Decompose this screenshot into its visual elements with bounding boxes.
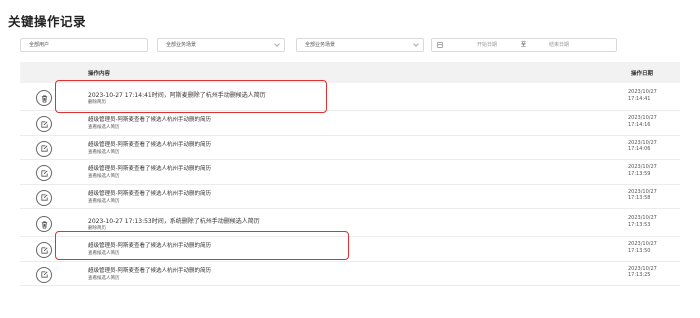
row-datetime: 2023/10/27 17:14:16 <box>628 115 657 128</box>
row-subtitle: 删除简历 <box>88 100 106 105</box>
row-subtitle: 查看候选人简历 <box>88 198 120 204</box>
header-content: 操作内容 <box>88 71 111 77</box>
date-separator: 至 <box>521 42 527 48</box>
scene-select-1-value: 全部业务场景 <box>166 42 197 48</box>
row-date: 2023/10/27 <box>628 241 657 247</box>
user-filter-input[interactable]: 全部用户 <box>20 38 148 52</box>
row-time: 17:14:41 <box>628 95 651 102</box>
row-datetime: 2023/10/27 17:13:53 <box>628 215 657 228</box>
row-date: 2023/10/27 <box>628 139 657 146</box>
edit-icon <box>36 242 52 258</box>
row-date: 2023/10/27 <box>628 215 657 221</box>
table-header: 操作内容 操作日期 <box>20 62 680 83</box>
table-row: 超级管理员-阿斯麦查看了候选人杭州手动删的简历 查看候选人简历 2023/10/27… <box>20 185 680 209</box>
table-row: 2023-10-27 17:13:53时间，系统删除了杭州手动删候选人简历 删除简… <box>20 209 680 237</box>
operation-log-table: 操作内容 操作日期 2023-10-27 17:14:41时间，阿斯麦删除了杭州… <box>20 62 680 286</box>
edit-icon <box>36 140 52 157</box>
row-title: 超级管理员-阿斯麦查看了候选人杭州手动删的简历 <box>88 243 211 249</box>
row-subtitle: 查看候选人简历 <box>88 275 120 281</box>
row-datetime: 2023/10/27 17:14:06 <box>628 140 657 153</box>
table-row: 超级管理员-阿斯麦查看了候选人杭州手动删的简历 查看候选人简历 2023/10/27… <box>20 111 680 136</box>
row-time: 17:13:59 <box>628 170 651 177</box>
trash-icon <box>36 90 52 106</box>
row-title: 超级管理员-阿斯麦查看了候选人杭州手动删的简历 <box>88 190 211 197</box>
row-subtitle: 查看候选人简历 <box>88 251 120 256</box>
calendar-icon <box>437 42 443 48</box>
row-subtitle: 查看候选人简历 <box>88 174 120 179</box>
scene-select-2[interactable]: 全部业务场景 <box>296 38 424 52</box>
edit-icon <box>36 116 52 132</box>
filter-bar: 全部用户 全部业务场景 全部业务场景 开始日期 至 结束日期 <box>20 38 680 52</box>
page-title: 关键操作记录 <box>8 14 87 29</box>
trash-icon <box>36 216 52 232</box>
row-time: 17:14:06 <box>628 146 651 152</box>
date-range-picker[interactable]: 开始日期 至 结束日期 <box>431 38 617 52</box>
row-subtitle: 查看候选人简历 <box>88 125 120 130</box>
row-time: 17:14:16 <box>628 121 651 128</box>
row-title: 超级管理员-阿斯麦查看了候选人杭州手动删的简历 <box>88 117 211 123</box>
row-time: 17:13:58 <box>628 195 651 201</box>
row-title: 超级管理员-阿斯麦查看了候选人杭州手动删的简历 <box>88 267 211 274</box>
table-row: 超级管理员-阿斯麦查看了候选人杭州手动删的简历 查看候选人简历 2023/10/27… <box>20 160 680 185</box>
row-time: 17:13:25 <box>628 272 651 278</box>
table-row: 超级管理员-阿斯麦查看了候选人杭州手动删的简历 查看候选人简历 2023/10/27… <box>20 237 680 262</box>
row-datetime: 2023/10/27 17:13:59 <box>628 164 657 177</box>
row-title: 2023-10-27 17:14:41时间，阿斯麦删除了杭州手动删候选人简历 <box>88 92 266 99</box>
scene-select-1[interactable]: 全部业务场景 <box>157 38 285 52</box>
row-title: 超级管理员-阿斯麦查看了候选人杭州手动删的简历 <box>88 141 211 148</box>
row-datetime: 2023/10/27 17:13:50 <box>628 241 657 254</box>
table-body: 2023-10-27 17:14:41时间，阿斯麦删除了杭州手动删候选人简历 删除… <box>20 83 680 286</box>
row-subtitle: 查看候选人简历 <box>88 149 120 155</box>
header-date: 操作日期 <box>631 71 654 77</box>
row-time: 17:13:50 <box>628 247 651 254</box>
row-datetime: 2023/10/27 17:13:25 <box>628 266 657 279</box>
row-date: 2023/10/27 <box>628 115 657 121</box>
row-date: 2023/10/27 <box>628 89 657 95</box>
date-end-input[interactable]: 结束日期 <box>549 39 569 51</box>
row-datetime: 2023/10/27 17:13:58 <box>628 189 657 202</box>
edit-icon <box>36 165 52 181</box>
table-row: 超级管理员-阿斯麦查看了候选人杭州手动删的简历 查看候选人简历 2023/10/27… <box>20 136 680 160</box>
table-row: 2023-10-27 17:14:41时间，阿斯麦删除了杭州手动删候选人简历 删除… <box>20 83 680 111</box>
scene-select-2-value: 全部业务场景 <box>305 42 336 48</box>
row-subtitle: 删除简历 <box>88 226 106 231</box>
date-start-input[interactable]: 开始日期 <box>477 39 497 51</box>
chevron-down-icon <box>413 41 419 47</box>
chevron-down-icon <box>274 41 280 47</box>
row-title: 2023-10-27 17:13:53时间，系统删除了杭州手动删候选人简历 <box>88 218 260 225</box>
row-time: 17:13:53 <box>628 221 651 228</box>
edit-icon <box>36 189 52 206</box>
row-date: 2023/10/27 <box>628 188 657 195</box>
table-row: 超级管理员-阿斯麦查看了候选人杭州手动删的简历 查看候选人简历 2023/10/27… <box>20 262 680 286</box>
row-date: 2023/10/27 <box>628 265 657 272</box>
row-title: 超级管理员-阿斯麦查看了候选人杭州手动删的简历 <box>88 166 211 172</box>
row-date: 2023/10/27 <box>628 164 657 170</box>
edit-icon <box>36 266 52 283</box>
row-datetime: 2023/10/27 17:14:41 <box>628 89 657 102</box>
